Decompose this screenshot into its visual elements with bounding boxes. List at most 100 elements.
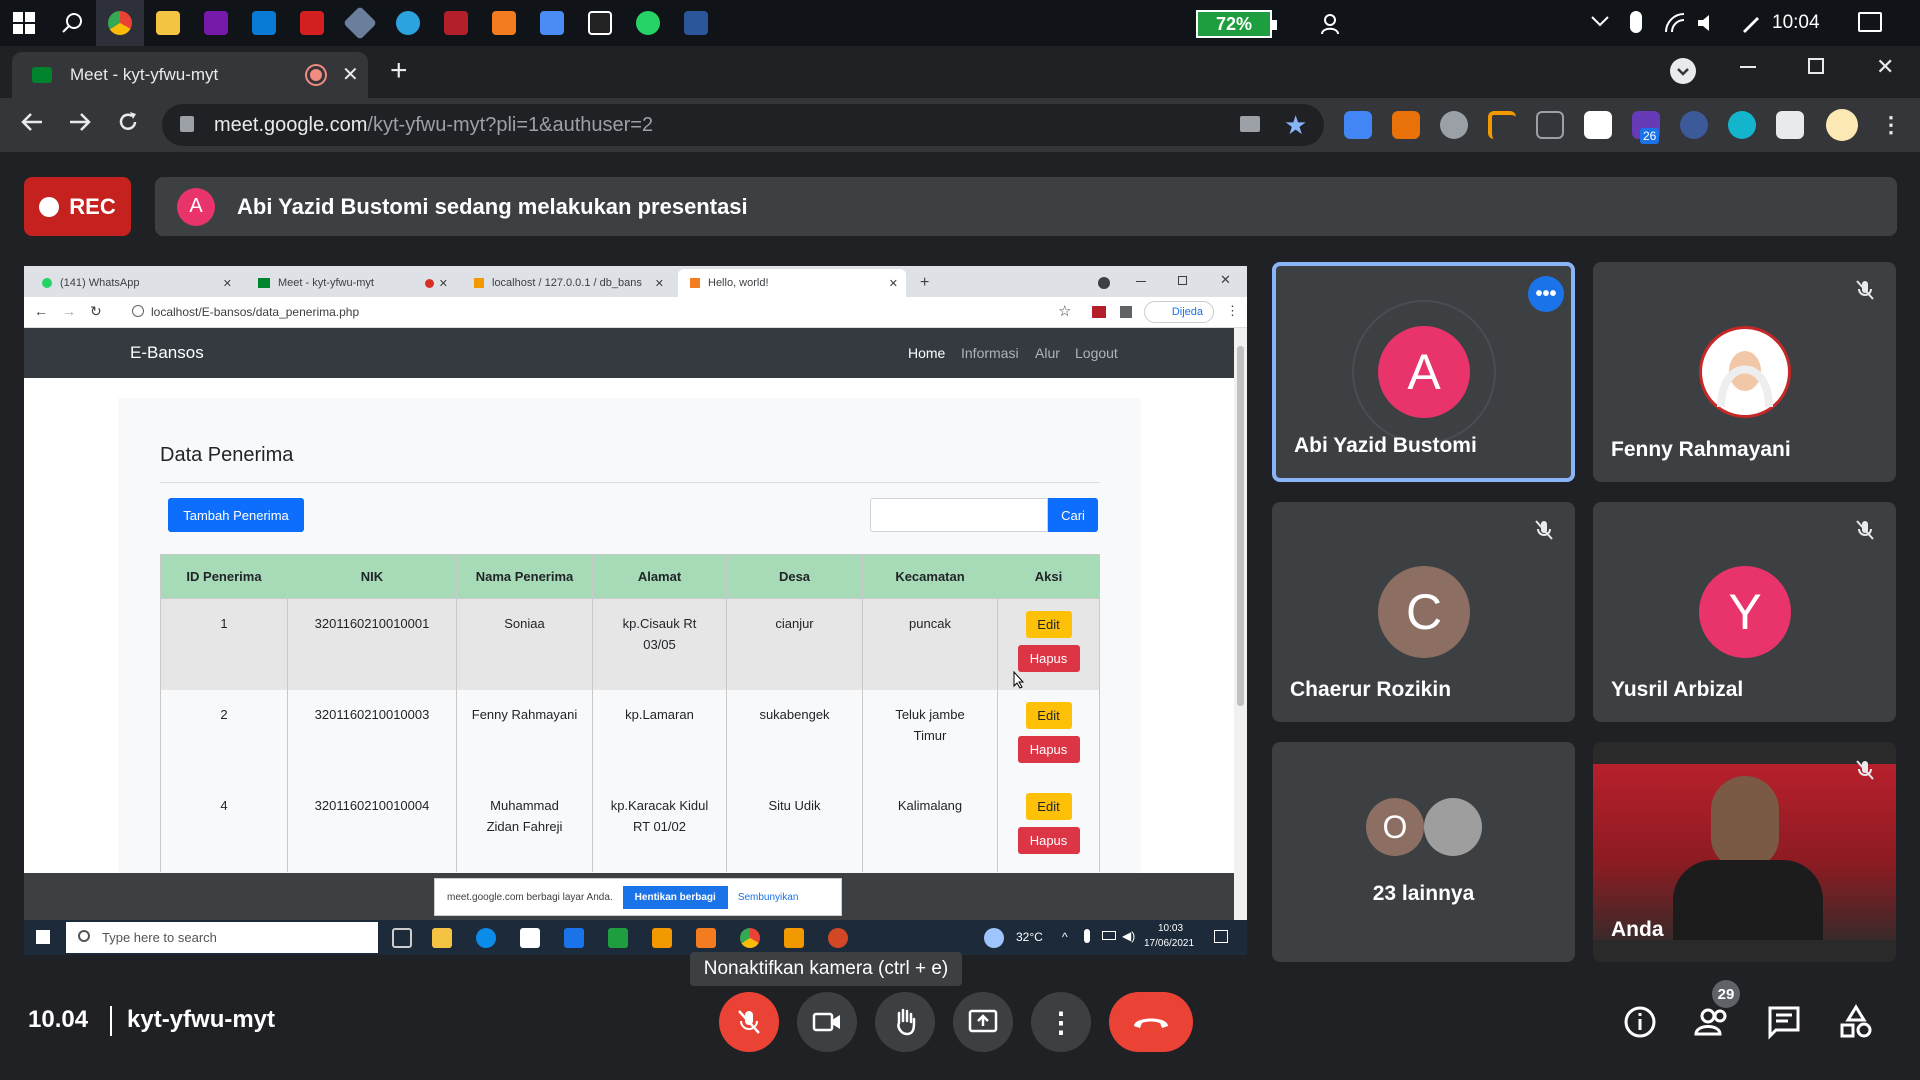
cell-kecamatan: Teluk jambe Timur [862, 689, 998, 781]
whatsapp-icon[interactable] [624, 0, 672, 46]
more-options-button[interactable]: ⋮ [1031, 992, 1091, 1052]
shield-app-icon[interactable] [528, 0, 576, 46]
store-icon [520, 928, 540, 948]
shared-tab-title: localhost / 127.0.0.1 / db_bansos [492, 277, 642, 289]
participant-name: Fenny Rahmayani [1611, 438, 1791, 461]
search-button: Cari [1048, 498, 1098, 532]
git-icon[interactable] [336, 0, 384, 46]
column-header: Alamat [592, 554, 727, 599]
chat-icon[interactable] [1766, 1004, 1802, 1040]
meeting-time: 10.04 [28, 1006, 89, 1033]
profile-avatar[interactable] [1826, 109, 1858, 141]
shared-tab-title: (141) WhatsApp [60, 277, 140, 289]
edge-icon [476, 928, 496, 948]
vscode-icon[interactable] [240, 0, 288, 46]
wifi-icon[interactable] [1664, 12, 1686, 39]
add-recipient-button: Tambah Penerima [168, 498, 304, 532]
participant-tile-presenter[interactable]: A ••• Abi Yazid Bustomi [1272, 262, 1575, 482]
shared-url: localhost/E-bansos/data_penerima.php [151, 305, 360, 319]
media-app-icon[interactable] [576, 0, 624, 46]
puzzle-extensions-icon[interactable] [1776, 111, 1804, 139]
taskbar-date: 17/06/2021 [1144, 938, 1195, 949]
acrobat-icon[interactable] [288, 0, 336, 46]
mendeley-icon[interactable] [432, 0, 480, 46]
divider [110, 1006, 112, 1036]
hand-icon [897, 1008, 916, 1036]
ruler-extension-icon[interactable] [1488, 111, 1516, 139]
address-bar[interactable]: meet.google.com/kyt-yfwu-myt?pli=1&authu… [162, 104, 1324, 146]
rec-label: REC [69, 193, 116, 219]
chrome-menu-icon[interactable]: ⋮ [1880, 112, 1902, 138]
participant-tile[interactable]: Y Yusril Arbizal [1593, 502, 1896, 722]
onenote-icon[interactable] [192, 0, 240, 46]
camera-tooltip: Nonaktifkan kamera (ctrl + e) [690, 952, 962, 986]
extension-icon[interactable] [1392, 111, 1420, 139]
chrome-icon [740, 928, 760, 948]
participant-tile-others[interactable]: O 23 lainnya [1272, 742, 1575, 962]
present-screen-button[interactable] [953, 992, 1013, 1052]
cell-id: 1 [160, 598, 288, 690]
crosshair-extension-icon[interactable] [1536, 111, 1564, 139]
settings-extension-icon[interactable] [1440, 111, 1468, 139]
close-window-icon[interactable]: ✕ [1876, 54, 1894, 80]
tab-search-icon[interactable] [1670, 58, 1696, 84]
close-window-icon: ✕ [1220, 272, 1231, 287]
self-video-tile[interactable]: Anda [1593, 742, 1896, 962]
notes-extension-icon[interactable] [1584, 111, 1612, 139]
recipients-table: ID Penerima NIK Nama Penerima Alamat Des… [160, 554, 1100, 872]
reload-icon[interactable] [116, 110, 140, 139]
chrome-app-icon[interactable] [96, 0, 144, 46]
pen-icon[interactable] [1740, 12, 1762, 39]
activities-icon[interactable] [1838, 1004, 1874, 1040]
word-icon[interactable] [672, 0, 720, 46]
tab-meet[interactable]: Meet - kyt-yfwu-myt ✕ [12, 52, 368, 98]
xampp-icon[interactable] [480, 0, 528, 46]
shared-tab: (141) WhatsApp ✕ [30, 269, 240, 297]
back-icon[interactable] [20, 110, 44, 139]
file-explorer-icon[interactable] [144, 0, 192, 46]
mendeley-extension-icon [1092, 306, 1106, 318]
ebansos-brand: E-Bansos [130, 343, 204, 362]
people-icon[interactable] [1694, 1004, 1730, 1040]
telegram-icon[interactable] [384, 0, 432, 46]
mic-toggle-button[interactable] [719, 992, 779, 1052]
notification-icon[interactable] [1858, 12, 1882, 32]
bookmark-star-icon[interactable]: ★ [1284, 110, 1307, 141]
meeting-info-icon[interactable] [1622, 1004, 1658, 1040]
translate-extension-icon[interactable] [1344, 111, 1372, 139]
camera-in-use-icon[interactable] [1240, 116, 1260, 132]
restore-icon[interactable] [1808, 58, 1824, 74]
nav-logout: Logout [1075, 345, 1118, 361]
taskbar-search-box: Type here to search [66, 922, 378, 953]
minimize-icon[interactable] [1740, 66, 1756, 68]
leave-call-button[interactable] [1109, 992, 1193, 1052]
cursor-extension-icon[interactable] [1680, 111, 1708, 139]
chevron-up-icon[interactable] [1590, 15, 1610, 34]
m-extension-icon[interactable] [1728, 111, 1756, 139]
cell-desa: Situ Udik [726, 780, 863, 872]
forward-icon[interactable] [68, 110, 92, 139]
camera-toggle-button[interactable] [797, 992, 857, 1052]
participant-photo [1424, 798, 1482, 856]
volume-icon[interactable] [1696, 12, 1718, 39]
participant-tile[interactable]: C Chaerur Rozikin [1272, 502, 1575, 722]
shared-address-bar: ← → ↻ localhost/E-bansos/data_penerima.p… [24, 297, 1247, 328]
people-search-icon[interactable] [1320, 12, 1344, 41]
raise-hand-button[interactable] [875, 992, 935, 1052]
new-tab-icon[interactable]: + [390, 54, 408, 88]
ebansos-navbar: E-Bansos Home Informasi Alur Logout [24, 328, 1234, 378]
more-options-icon[interactable]: ••• [1528, 276, 1564, 312]
participant-tile[interactable]: Fenny Rahmayani [1593, 262, 1896, 482]
notification-icon [1214, 930, 1228, 943]
table-row: 2 3201160210010003 Fenny Rahmayani kp.La… [160, 689, 1100, 781]
search-icon[interactable] [48, 0, 96, 46]
windows-start-icon[interactable] [0, 0, 48, 46]
cell-aksi: Edit Hapus [997, 689, 1100, 781]
microphone-tray-icon[interactable] [1630, 11, 1642, 33]
search-icon [78, 930, 90, 942]
close-tab-icon[interactable]: ✕ [342, 62, 359, 87]
meet-favicon-icon [258, 278, 270, 288]
column-header: ID Penerima [160, 554, 288, 599]
close-icon: ✕ [222, 277, 232, 290]
reload-icon: ↻ [90, 303, 102, 319]
